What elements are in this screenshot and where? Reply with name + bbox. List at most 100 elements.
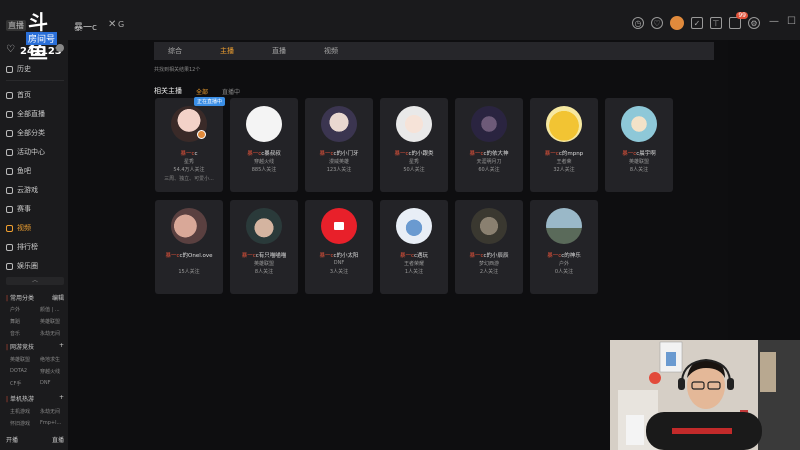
live-badge: 正在直播中 <box>194 97 226 106</box>
minimize-icon[interactable]: — <box>769 16 779 27</box>
streamer-card[interactable]: 暴一cc 星秀 54.4万人关注 三周、独立、可爱小... <box>155 98 223 192</box>
category-link[interactable]: 英雄联盟 <box>10 356 40 363</box>
ranking-icon <box>6 243 13 251</box>
tab-overall[interactable]: 综合 <box>168 46 206 56</box>
sidebar-item-fishbar[interactable]: 鱼吧 <box>6 166 31 176</box>
sidebar-item-home[interactable]: 首页 <box>6 90 31 100</box>
category-link[interactable]: 户外 <box>10 306 40 313</box>
streamer-card[interactable]: 暴一cc的小太阳 DNF 3人关注 <box>305 200 373 294</box>
category-link[interactable]: 主机游戏 <box>10 408 40 415</box>
collapse-chevron-icon[interactable]: ︿ <box>6 277 64 285</box>
sidebar-item-video[interactable]: 视频 <box>6 223 31 233</box>
group-title: 网游竞技 <box>10 344 35 351</box>
group-edit-button[interactable]: 编辑 <box>52 293 64 302</box>
streamer-fans: 123人关注 <box>326 167 352 173</box>
sidebar-item-all-live[interactable]: 全部直播 <box>6 109 45 119</box>
tab-live[interactable]: 直播 <box>272 46 310 56</box>
tab-title[interactable]: 暴一c <box>74 20 97 33</box>
streamer-card[interactable]: 暴一cc晨宇啊 英雄联盟 8人关注 <box>605 98 673 192</box>
category-link[interactable]: 永劫无间 <box>40 408 70 415</box>
play-icon <box>334 222 344 230</box>
group-add-button[interactable]: + <box>59 394 64 403</box>
maximize-icon[interactable]: ☐ <box>787 16 796 27</box>
streamer-fans: 1人关注 <box>404 269 424 275</box>
shirt-icon[interactable]: ⊤ <box>710 17 722 29</box>
result-count: 共找到相关结果12个 <box>154 67 201 73</box>
streamer-avatar <box>621 106 657 142</box>
streamer-name: 暴一cc的mpnp <box>544 151 584 157</box>
sidebar-item-label: 云游戏 <box>17 186 38 194</box>
group-add-button[interactable]: + <box>59 342 64 351</box>
tab-streamers[interactable]: 主播 <box>220 46 258 56</box>
follow-heart-icon[interactable]: ♡ <box>6 44 15 55</box>
close-icon[interactable] <box>56 44 64 52</box>
category-link[interactable]: 舞蹈 <box>10 318 40 325</box>
sidebar-item-entertainment[interactable]: 娱乐圈 <box>6 261 38 271</box>
message-icon[interactable]: 99 <box>729 12 748 29</box>
video-icon <box>6 224 13 232</box>
sidebar-item-activity[interactable]: 活动中心 <box>6 147 45 157</box>
streamer-card[interactable]: 暴一cc的神乐 户外 0人关注 <box>530 200 598 294</box>
filter-all[interactable]: 全部 <box>196 87 208 96</box>
sidebar-item-label: 视频 <box>17 224 31 232</box>
tab-video[interactable]: 视频 <box>324 46 362 56</box>
streamer-name: 暴一cc的神乐 <box>547 253 581 259</box>
cloud-icon <box>6 186 13 194</box>
streamer-fans: 885人关注 <box>251 167 277 173</box>
sidebar-item-ranking[interactable]: 排行榜 <box>6 242 38 252</box>
trophy-icon <box>6 205 13 213</box>
streamer-name: 暴一cc遇玩 <box>399 253 429 259</box>
streamer-name: 暴一cc的小太阳 <box>319 253 359 259</box>
sidebar-item-label: 排行榜 <box>17 243 38 251</box>
sidebar-item-events[interactable]: 赛事 <box>6 204 31 214</box>
category-link[interactable]: DOTA2 <box>10 368 40 375</box>
task-icon[interactable]: ✓ <box>691 17 703 29</box>
divider <box>6 80 64 81</box>
streamer-card[interactable]: 暴一cc暴叔叔 穿越火线 885人关注 <box>230 98 298 192</box>
category-link[interactable]: 穿越火线 <box>40 368 70 375</box>
streamer-avatar <box>171 208 207 244</box>
start-stream-button[interactable]: 开播 <box>6 435 18 444</box>
top-bar: 直播 暴一c ✕ G ◷ ♡ ✓ ⊤ 99 ⚙ — ☐ <box>0 0 800 40</box>
streamer-card[interactable]: 暴一cc的小门牙 漫威英雄 123人关注 <box>305 98 373 192</box>
sidebar-item-categories[interactable]: 全部分类 <box>6 128 45 138</box>
streamer-card[interactable]: 暴一cc的依大神 天涯明月刀 60人关注 <box>455 98 523 192</box>
category-link[interactable]: Fmp+l... <box>40 420 70 427</box>
category-link[interactable]: CF手 <box>10 380 40 387</box>
streamer-avatar <box>546 208 582 244</box>
category-link[interactable]: DNF <box>40 380 70 387</box>
tab-extra[interactable]: G <box>118 20 124 29</box>
streamer-fans: 0人关注 <box>554 269 574 275</box>
filter-live[interactable]: 直播中 <box>222 87 240 96</box>
streamer-fans: 60人关注 <box>478 167 500 173</box>
streamer-card[interactable]: 暴一cc的Onel.ove 15人关注 <box>155 200 223 294</box>
settings-icon[interactable]: ⚙ <box>748 17 760 29</box>
streamer-card[interactable]: 暴一cc的小辰辰 梦幻西游 2人关注 <box>455 200 523 294</box>
avatar[interactable] <box>670 16 684 30</box>
sidebar-item-cloud-game[interactable]: 云游戏 <box>6 185 38 195</box>
streamer-avatar <box>396 106 432 142</box>
category-link[interactable]: 绝地求生 <box>40 356 70 363</box>
streamer-card[interactable]: 暴一cc遇玩 王者荣耀 1人关注 <box>380 200 448 294</box>
live-icon <box>6 110 13 118</box>
streamer-card[interactable]: 暴一cc的小跟类 星秀 50人关注 <box>380 98 448 192</box>
category-link[interactable]: 怀旧游戏 <box>10 420 40 427</box>
streamer-name: 暴一cc的小辰辰 <box>469 253 509 259</box>
heart-icon[interactable]: ♡ <box>651 17 663 29</box>
category-link[interactable]: 英雄联盟 <box>40 318 70 325</box>
tab-close-icon[interactable]: ✕ <box>108 19 116 30</box>
streamer-name: 暴一cc晨宇啊 <box>622 151 656 157</box>
streamer-fans: 32人关注 <box>553 167 575 173</box>
category-link[interactable]: 永劫无间 <box>40 330 70 337</box>
category-link[interactable]: 音乐 <box>10 330 40 337</box>
category-link[interactable]: 颜值 | ... <box>40 306 70 313</box>
streamer-card[interactable]: 暴一cc的mpnp 王者荣 32人关注 <box>530 98 598 192</box>
streamer-category: 户外 <box>558 261 569 267</box>
streamer-card[interactable]: 暴一cc有只喵喵喵 英雄联盟 8人关注 <box>230 200 298 294</box>
history-icon[interactable]: ◷ <box>632 17 644 29</box>
live-button[interactable]: 直播 <box>52 435 64 444</box>
streamer-fans: 50人关注 <box>403 167 425 173</box>
streamer-name: 暴一cc <box>180 151 198 157</box>
sidebar-item-label: 活动中心 <box>17 148 45 156</box>
sidebar-item-history[interactable]: 历史 <box>6 64 31 74</box>
